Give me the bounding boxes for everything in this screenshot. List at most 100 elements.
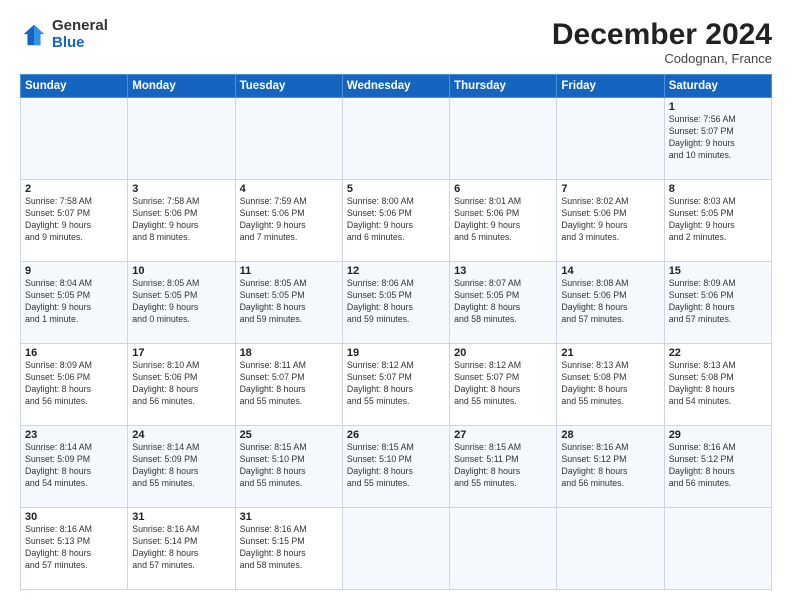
- day-number: 12: [347, 265, 445, 277]
- location: Codognan, France: [552, 51, 772, 66]
- col-tuesday: Tuesday: [235, 75, 342, 98]
- day-number: 26: [347, 429, 445, 441]
- table-row: 24Sunrise: 8:14 AMSunset: 5:09 PMDayligh…: [128, 426, 235, 508]
- calendar-week-row: 9Sunrise: 8:04 AMSunset: 5:05 PMDaylight…: [21, 262, 772, 344]
- day-number: 4: [240, 183, 338, 195]
- day-info: Sunrise: 8:14 AMSunset: 5:09 PMDaylight:…: [25, 442, 123, 490]
- day-number: 16: [25, 347, 123, 359]
- table-row: 20Sunrise: 8:12 AMSunset: 5:07 PMDayligh…: [450, 344, 557, 426]
- calendar-week-row: 30Sunrise: 8:16 AMSunset: 5:13 PMDayligh…: [21, 508, 772, 590]
- day-number: 31: [132, 511, 230, 523]
- table-row: 5Sunrise: 8:00 AMSunset: 5:06 PMDaylight…: [342, 180, 449, 262]
- day-number: 28: [561, 429, 659, 441]
- col-friday: Friday: [557, 75, 664, 98]
- day-info: Sunrise: 8:15 AMSunset: 5:11 PMDaylight:…: [454, 442, 552, 490]
- day-number: 6: [454, 183, 552, 195]
- table-row: 22Sunrise: 8:13 AMSunset: 5:08 PMDayligh…: [664, 344, 771, 426]
- day-number: 19: [347, 347, 445, 359]
- day-info: Sunrise: 8:13 AMSunset: 5:08 PMDaylight:…: [669, 360, 767, 408]
- logo-blue: Blue: [52, 35, 108, 52]
- day-info: Sunrise: 8:16 AMSunset: 5:15 PMDaylight:…: [240, 524, 338, 572]
- day-info: Sunrise: 7:59 AMSunset: 5:06 PMDaylight:…: [240, 196, 338, 244]
- calendar-week-row: 16Sunrise: 8:09 AMSunset: 5:06 PMDayligh…: [21, 344, 772, 426]
- day-info: Sunrise: 8:16 AMSunset: 5:12 PMDaylight:…: [561, 442, 659, 490]
- table-row: [450, 98, 557, 180]
- table-row: 15Sunrise: 8:09 AMSunset: 5:06 PMDayligh…: [664, 262, 771, 344]
- day-number: 10: [132, 265, 230, 277]
- day-info: Sunrise: 8:06 AMSunset: 5:05 PMDaylight:…: [347, 278, 445, 326]
- day-info: Sunrise: 8:08 AMSunset: 5:06 PMDaylight:…: [561, 278, 659, 326]
- table-row: 1Sunrise: 7:56 AMSunset: 5:07 PMDaylight…: [664, 98, 771, 180]
- table-row: 26Sunrise: 8:15 AMSunset: 5:10 PMDayligh…: [342, 426, 449, 508]
- day-number: 31: [240, 511, 338, 523]
- calendar-header-row: Sunday Monday Tuesday Wednesday Thursday…: [21, 75, 772, 98]
- table-row: 23Sunrise: 8:14 AMSunset: 5:09 PMDayligh…: [21, 426, 128, 508]
- title-block: December 2024 Codognan, France: [552, 18, 772, 66]
- day-info: Sunrise: 8:07 AMSunset: 5:05 PMDaylight:…: [454, 278, 552, 326]
- table-row: 13Sunrise: 8:07 AMSunset: 5:05 PMDayligh…: [450, 262, 557, 344]
- table-row: 31Sunrise: 8:16 AMSunset: 5:14 PMDayligh…: [128, 508, 235, 590]
- calendar-table: Sunday Monday Tuesday Wednesday Thursday…: [20, 74, 772, 590]
- day-number: 5: [347, 183, 445, 195]
- day-info: Sunrise: 8:16 AMSunset: 5:14 PMDaylight:…: [132, 524, 230, 572]
- table-row: 12Sunrise: 8:06 AMSunset: 5:05 PMDayligh…: [342, 262, 449, 344]
- table-row: 14Sunrise: 8:08 AMSunset: 5:06 PMDayligh…: [557, 262, 664, 344]
- table-row: [450, 508, 557, 590]
- day-info: Sunrise: 8:02 AMSunset: 5:06 PMDaylight:…: [561, 196, 659, 244]
- calendar-page: General Blue December 2024 Codognan, Fra…: [0, 0, 792, 612]
- day-info: Sunrise: 8:12 AMSunset: 5:07 PMDaylight:…: [347, 360, 445, 408]
- day-info: Sunrise: 8:05 AMSunset: 5:05 PMDaylight:…: [240, 278, 338, 326]
- table-row: [21, 98, 128, 180]
- table-row: 19Sunrise: 8:12 AMSunset: 5:07 PMDayligh…: [342, 344, 449, 426]
- day-number: 27: [454, 429, 552, 441]
- table-row: 8Sunrise: 8:03 AMSunset: 5:05 PMDaylight…: [664, 180, 771, 262]
- col-saturday: Saturday: [664, 75, 771, 98]
- col-wednesday: Wednesday: [342, 75, 449, 98]
- table-row: 28Sunrise: 8:16 AMSunset: 5:12 PMDayligh…: [557, 426, 664, 508]
- page-header: General Blue December 2024 Codognan, Fra…: [20, 18, 772, 66]
- table-row: [128, 98, 235, 180]
- day-info: Sunrise: 7:56 AMSunset: 5:07 PMDaylight:…: [669, 114, 767, 162]
- day-number: 18: [240, 347, 338, 359]
- table-row: 16Sunrise: 8:09 AMSunset: 5:06 PMDayligh…: [21, 344, 128, 426]
- day-info: Sunrise: 8:13 AMSunset: 5:08 PMDaylight:…: [561, 360, 659, 408]
- day-number: 20: [454, 347, 552, 359]
- day-number: 1: [669, 101, 767, 113]
- table-row: 27Sunrise: 8:15 AMSunset: 5:11 PMDayligh…: [450, 426, 557, 508]
- day-number: 22: [669, 347, 767, 359]
- table-row: 21Sunrise: 8:13 AMSunset: 5:08 PMDayligh…: [557, 344, 664, 426]
- day-number: 13: [454, 265, 552, 277]
- day-number: 11: [240, 265, 338, 277]
- day-info: Sunrise: 8:16 AMSunset: 5:12 PMDaylight:…: [669, 442, 767, 490]
- day-number: 9: [25, 265, 123, 277]
- day-number: 29: [669, 429, 767, 441]
- table-row: 6Sunrise: 8:01 AMSunset: 5:06 PMDaylight…: [450, 180, 557, 262]
- col-thursday: Thursday: [450, 75, 557, 98]
- day-info: Sunrise: 8:10 AMSunset: 5:06 PMDaylight:…: [132, 360, 230, 408]
- day-number: 2: [25, 183, 123, 195]
- table-row: 17Sunrise: 8:10 AMSunset: 5:06 PMDayligh…: [128, 344, 235, 426]
- day-info: Sunrise: 8:01 AMSunset: 5:06 PMDaylight:…: [454, 196, 552, 244]
- calendar-week-row: 1Sunrise: 7:56 AMSunset: 5:07 PMDaylight…: [21, 98, 772, 180]
- calendar-week-row: 23Sunrise: 8:14 AMSunset: 5:09 PMDayligh…: [21, 426, 772, 508]
- table-row: 18Sunrise: 8:11 AMSunset: 5:07 PMDayligh…: [235, 344, 342, 426]
- day-info: Sunrise: 8:05 AMSunset: 5:05 PMDaylight:…: [132, 278, 230, 326]
- table-row: 9Sunrise: 8:04 AMSunset: 5:05 PMDaylight…: [21, 262, 128, 344]
- day-info: Sunrise: 8:11 AMSunset: 5:07 PMDaylight:…: [240, 360, 338, 408]
- day-info: Sunrise: 8:09 AMSunset: 5:06 PMDaylight:…: [669, 278, 767, 326]
- day-number: 3: [132, 183, 230, 195]
- logo-icon: [20, 21, 48, 49]
- day-info: Sunrise: 8:04 AMSunset: 5:05 PMDaylight:…: [25, 278, 123, 326]
- day-info: Sunrise: 8:15 AMSunset: 5:10 PMDaylight:…: [347, 442, 445, 490]
- day-info: Sunrise: 8:00 AMSunset: 5:06 PMDaylight:…: [347, 196, 445, 244]
- day-number: 25: [240, 429, 338, 441]
- table-row: 11Sunrise: 8:05 AMSunset: 5:05 PMDayligh…: [235, 262, 342, 344]
- logo: General Blue: [20, 18, 108, 51]
- table-row: 3Sunrise: 7:58 AMSunset: 5:06 PMDaylight…: [128, 180, 235, 262]
- table-row: [664, 508, 771, 590]
- day-info: Sunrise: 8:16 AMSunset: 5:13 PMDaylight:…: [25, 524, 123, 572]
- day-number: 17: [132, 347, 230, 359]
- col-monday: Monday: [128, 75, 235, 98]
- table-row: [235, 98, 342, 180]
- day-number: 23: [25, 429, 123, 441]
